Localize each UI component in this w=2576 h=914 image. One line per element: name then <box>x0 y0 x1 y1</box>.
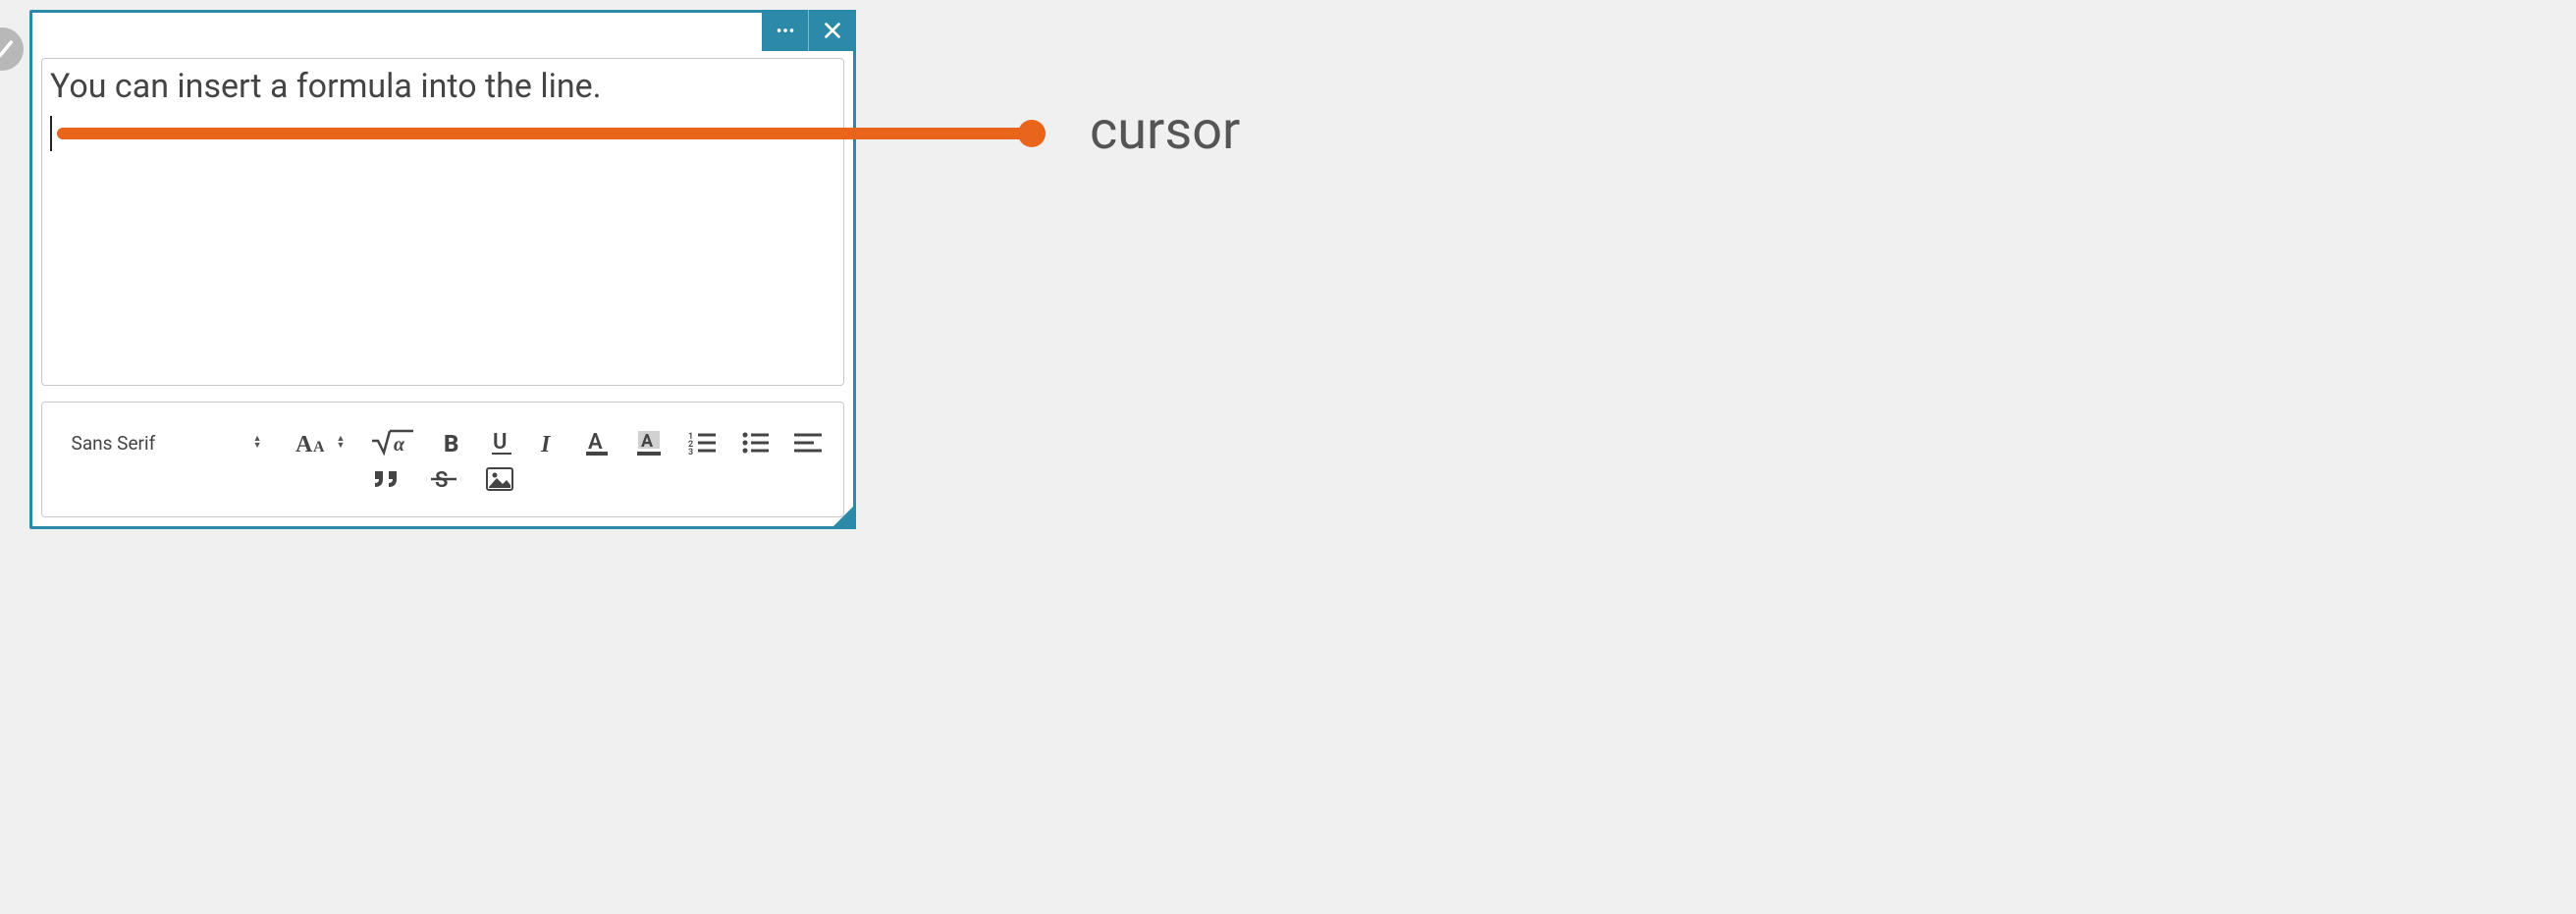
resize-handle[interactable] <box>831 504 856 529</box>
check-icon <box>0 35 16 63</box>
image-icon <box>486 467 513 491</box>
svg-text:3: 3 <box>688 448 693 455</box>
close-icon <box>822 20 843 41</box>
confirm-check-badge[interactable] <box>0 27 24 71</box>
ordered-list-button[interactable]: 1 2 3 <box>688 431 716 455</box>
font-size-icon: A A <box>295 430 329 456</box>
formatting-toolbar: Sans Serif A A α B <box>41 402 844 517</box>
svg-text:α: α <box>394 434 405 456</box>
formula-icon: α <box>370 429 415 457</box>
alignment-button[interactable] <box>794 431 822 455</box>
font-family-label: Sans Serif <box>72 432 156 455</box>
chevron-sort-icon <box>253 436 262 450</box>
insert-image-button[interactable] <box>486 467 513 491</box>
svg-text:A: A <box>313 439 325 456</box>
highlight-color-button[interactable]: A <box>635 429 663 457</box>
unordered-list-button[interactable] <box>741 431 769 455</box>
font-family-picker[interactable]: Sans Serif <box>64 428 270 458</box>
close-button[interactable] <box>809 10 856 51</box>
align-icon <box>794 431 822 455</box>
svg-text:A: A <box>641 431 654 452</box>
font-size-button[interactable]: A A <box>295 430 346 456</box>
rich-text-editor-window: You can insert a formula into the line. … <box>29 10 856 529</box>
toolbar-row-2: S <box>42 466 843 492</box>
svg-text:A: A <box>295 432 313 456</box>
text-color-icon: A <box>584 429 610 457</box>
editor-text-line: You can insert a formula into the line. <box>50 65 835 110</box>
ellipsis-icon <box>775 20 796 41</box>
ordered-list-icon: 1 2 3 <box>688 431 716 455</box>
insert-formula-button[interactable]: α <box>370 429 415 457</box>
italic-icon: I <box>539 430 559 456</box>
strikethrough-icon: S <box>431 466 456 492</box>
svg-text:A: A <box>588 430 603 455</box>
chevron-sort-icon <box>337 436 346 450</box>
text-color-button[interactable]: A <box>584 429 610 457</box>
underline-button[interactable]: U <box>490 429 513 457</box>
svg-text:U: U <box>493 430 507 455</box>
underline-icon: U <box>490 429 513 457</box>
italic-button[interactable]: I <box>539 430 559 456</box>
highlight-icon: A <box>635 429 663 457</box>
svg-text:I: I <box>540 432 552 456</box>
titlebar <box>762 10 856 51</box>
more-options-button[interactable] <box>762 10 809 51</box>
annotation-pointer-line <box>57 128 1044 139</box>
editor-content-area[interactable]: You can insert a formula into the line. <box>41 58 844 386</box>
blockquote-button[interactable] <box>372 467 402 491</box>
bold-icon: B <box>441 430 464 456</box>
svg-text:B: B <box>444 430 458 456</box>
annotation-label: cursor <box>1090 100 1240 162</box>
text-cursor <box>50 116 52 151</box>
unordered-list-icon <box>741 431 769 455</box>
bold-button[interactable]: B <box>441 430 464 456</box>
quote-icon <box>372 467 402 491</box>
toolbar-row-1: Sans Serif A A α B <box>42 428 843 458</box>
strikethrough-button[interactable]: S <box>431 466 456 492</box>
